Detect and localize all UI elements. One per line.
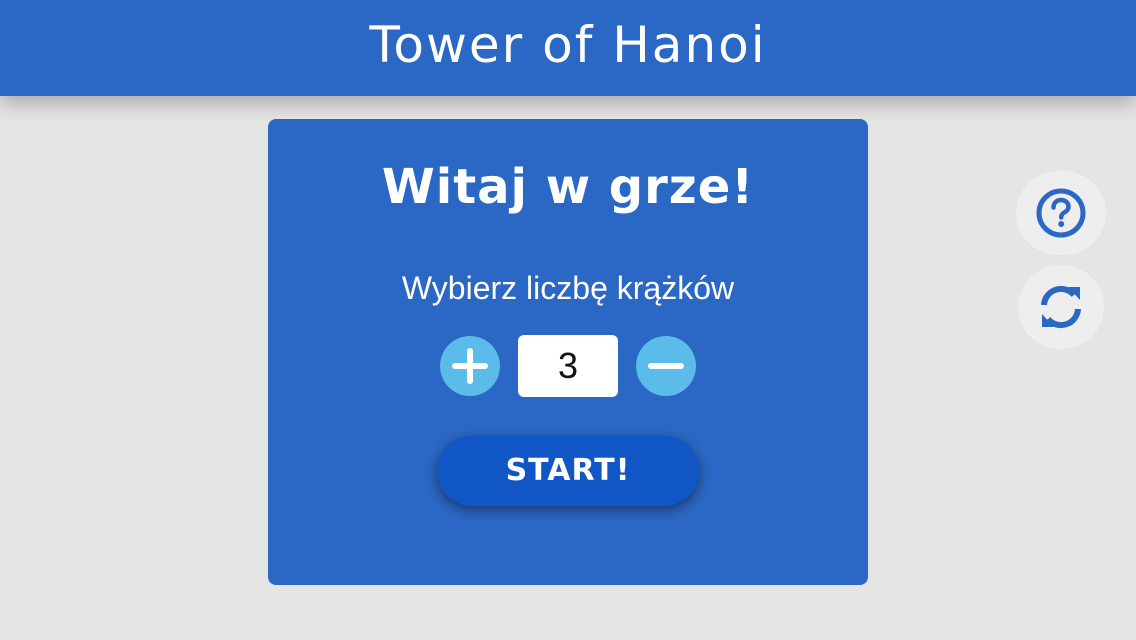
refresh-icon <box>1041 285 1081 329</box>
app-title: Tower of Hanoi <box>369 16 767 74</box>
welcome-panel: Witaj w grze! Wybierz liczbę krążków 3 S… <box>268 119 868 585</box>
help-button[interactable] <box>1016 171 1106 255</box>
disk-count-stepper: 3 <box>440 335 696 397</box>
app-header: Tower of Hanoi <box>0 0 1136 96</box>
disk-count-value[interactable]: 3 <box>518 335 618 397</box>
reset-button[interactable] <box>1018 265 1104 349</box>
question-circle-icon <box>1036 188 1086 238</box>
start-button[interactable]: START! <box>437 436 699 506</box>
minus-icon <box>648 363 684 369</box>
welcome-heading: Witaj w grze! <box>381 159 755 215</box>
disk-count-label: Wybierz liczbę krążków <box>401 270 735 306</box>
decrease-disks-button[interactable] <box>636 336 696 396</box>
plus-icon <box>452 348 488 384</box>
increase-disks-button[interactable] <box>440 336 500 396</box>
